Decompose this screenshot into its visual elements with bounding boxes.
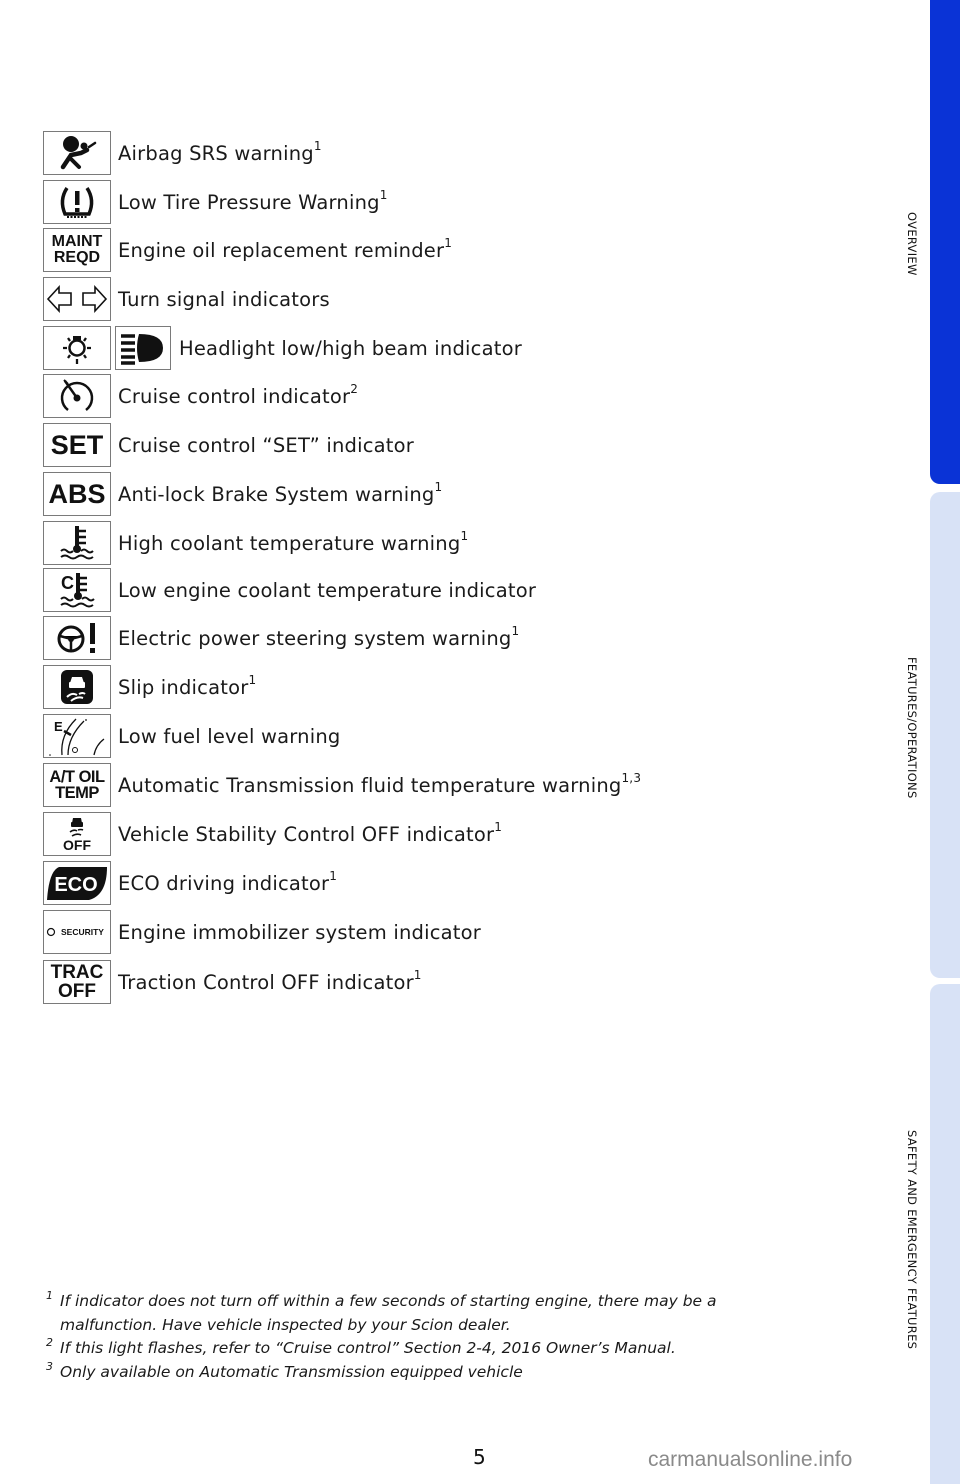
- footnotes: 1 If indicator does not turn off within …: [46, 1289, 717, 1384]
- indicator-label: Anti-lock Brake System warning1: [118, 479, 443, 506]
- tire-pressure-icon: [43, 180, 111, 224]
- indicator-row: ABS Anti-lock Brake System warning1: [43, 471, 442, 517]
- indicator-row: C Low engine coolant temperature indicat…: [43, 567, 536, 613]
- vsc-off-icon: OFF: [43, 812, 111, 856]
- indicator-label: Cruise control “SET” indicator: [118, 433, 414, 457]
- icon-text: MAINT: [51, 233, 103, 250]
- indicator-row: Turn signal indicators: [43, 276, 330, 322]
- eco-icon: ECO: [43, 861, 111, 905]
- indicator-row: TRAC OFF Traction Control OFF indicator1: [43, 959, 422, 1005]
- indicator-label: Automatic Transmission fluid temperature…: [118, 770, 642, 797]
- indicator-row: Slip indicator1: [43, 664, 256, 710]
- footnote-3: 3 Only available on Automatic Transmissi…: [46, 1359, 523, 1381]
- tab-label-features-operations: FEATURES/OPERATIONS: [905, 657, 919, 799]
- indicator-row: E Low fuel level warning: [43, 713, 341, 759]
- icon-text: OFF: [58, 981, 96, 1002]
- indicator-label: Turn signal indicators: [118, 287, 330, 311]
- indicator-label: Slip indicator1: [118, 672, 257, 699]
- icon-text: REQD: [53, 249, 101, 266]
- footnote-1: 1 If indicator does not turn off within …: [46, 1289, 717, 1334]
- icon-text: A/T OIL: [49, 767, 105, 786]
- indicator-row: Low Tire Pressure Warning1: [43, 179, 388, 225]
- icon-text: ABS: [48, 478, 106, 509]
- indicator-label: Low engine coolant temperature indicator: [118, 578, 537, 602]
- abs-icon: ABS: [43, 472, 111, 516]
- icon-text: SET: [50, 429, 104, 460]
- page-number: 5: [473, 1445, 486, 1469]
- indicator-row: Electric power steering system warning1: [43, 615, 519, 661]
- security-icon: SECURITY: [43, 910, 111, 954]
- icon-text: TRAC: [50, 962, 104, 983]
- indicator-label: Airbag SRS warning1: [118, 138, 322, 165]
- maint-reqd-icon: MAINT REQD: [43, 228, 111, 272]
- indicator-row: ECO ECO driving indicator1: [43, 860, 337, 906]
- tab-safety-emergency[interactable]: [930, 984, 960, 1484]
- svg-text:ECO: ECO: [54, 874, 97, 896]
- icon-text: TEMP: [55, 784, 99, 802]
- icon-text: OFF: [63, 837, 91, 853]
- cruise-set-icon: SET: [43, 423, 111, 467]
- indicator-row: Airbag SRS warning1: [43, 130, 322, 176]
- indicator-label: High coolant temperature warning1: [118, 528, 469, 555]
- high-coolant-temp-icon: [43, 521, 111, 565]
- indicator-row: Headlight low/high beam indicator: [43, 325, 522, 371]
- slip-icon: [43, 665, 111, 709]
- indicator-label: Vehicle Stability Control OFF indicator1: [118, 819, 503, 846]
- indicator-label: Electric power steering system warning1: [118, 623, 520, 650]
- low-coolant-temp-icon: C: [43, 568, 111, 612]
- indicator-row: SECURITY Engine immobilizer system indic…: [43, 909, 481, 955]
- indicator-label: Headlight low/high beam indicator: [179, 336, 522, 360]
- svg-text:C: C: [61, 573, 74, 593]
- indicator-row: Cruise control indicator2: [43, 373, 358, 419]
- at-oil-temp-icon: A/T OIL TEMP: [43, 763, 111, 807]
- power-steering-icon: [43, 616, 111, 660]
- turn-signal-icon: [43, 277, 111, 321]
- tab-features-operations[interactable]: [930, 492, 960, 978]
- indicator-row: MAINT REQD Engine oil replacement remind…: [43, 227, 452, 273]
- indicator-label: Low Tire Pressure Warning1: [118, 187, 388, 214]
- indicator-row: High coolant temperature warning1: [43, 520, 468, 566]
- tab-label-safety-emergency: SAFETY AND EMERGENCY FEATURES: [905, 1130, 919, 1350]
- indicator-row: OFF Vehicle Stability Control OFF indica…: [43, 811, 502, 857]
- headlight-high-beam-icon: [115, 326, 171, 370]
- indicator-label: Cruise control indicator2: [118, 381, 359, 408]
- low-fuel-icon: E: [43, 714, 111, 758]
- indicator-label: Engine oil replacement reminder1: [118, 235, 453, 262]
- indicator-label: Traction Control OFF indicator1: [118, 967, 422, 994]
- airbag-srs-icon: [43, 131, 111, 175]
- indicator-label: Low fuel level warning: [118, 724, 341, 748]
- tab-label-overview: OVERVIEW: [905, 212, 919, 276]
- indicator-row: A/T OIL TEMP Automatic Transmission flui…: [43, 762, 641, 808]
- icon-text: SECURITY: [61, 926, 104, 937]
- indicator-label: Engine immobilizer system indicator: [118, 920, 481, 944]
- svg-text:E: E: [54, 719, 63, 734]
- footnote-2: 2 If this light flashes, refer to “Cruis…: [46, 1336, 676, 1357]
- watermark[interactable]: carmanualsonline.info: [648, 1448, 852, 1472]
- cruise-control-icon: [43, 374, 111, 418]
- indicator-row: SET Cruise control “SET” indicator: [43, 422, 414, 468]
- headlight-low-beam-icon: [43, 326, 111, 370]
- tab-overview[interactable]: [930, 0, 960, 484]
- trac-off-icon: TRAC OFF: [43, 960, 111, 1004]
- indicator-label: ECO driving indicator1: [118, 868, 338, 895]
